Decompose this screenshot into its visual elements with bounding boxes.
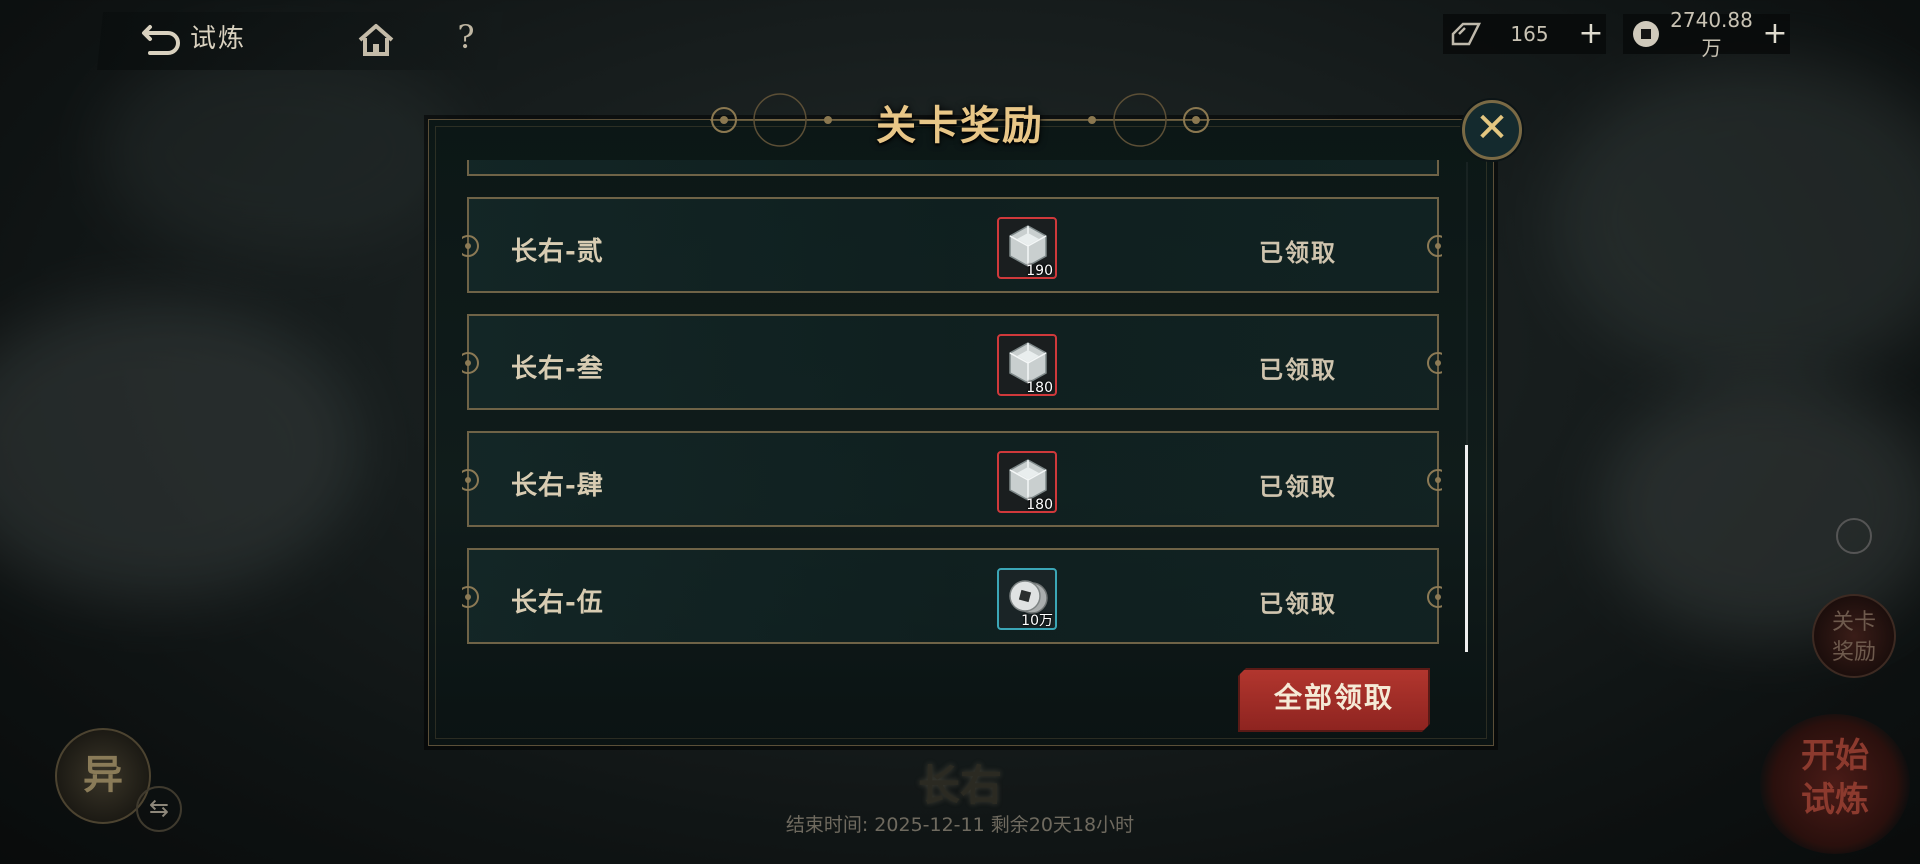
gem-count: 165	[1510, 22, 1549, 46]
stage-label: 长右-伍	[511, 588, 604, 618]
claimed-status: 已领取	[1259, 355, 1337, 384]
coin-add-button[interactable]: +	[1760, 15, 1790, 53]
return-arrow-icon	[142, 24, 180, 55]
gem-resource: 165 +	[1443, 14, 1606, 54]
reward-row: 长右-叁 180 已领取	[462, 314, 1442, 410]
stage-label: 长右-肆	[511, 471, 604, 501]
side-label-line-2: 奖励	[1831, 640, 1876, 665]
row-ornament	[1427, 352, 1442, 374]
claimed-status: 已领取	[1259, 472, 1337, 501]
stage-label: 长右-叁	[511, 354, 604, 384]
start-label-line-2: 试炼	[1801, 780, 1869, 820]
reward-row: 长右-肆 180 已领取	[462, 431, 1442, 527]
close-button[interactable]: ✕	[1462, 100, 1522, 160]
row-ornament	[1427, 469, 1442, 491]
reward-row: 长右-伍 10万 已领取	[462, 548, 1442, 644]
row-ornament	[462, 469, 479, 491]
reward-item[interactable]: 10万	[997, 568, 1057, 630]
back-button[interactable]: 试炼	[140, 18, 246, 55]
reward-quantity: 10万	[1021, 613, 1053, 629]
row-ornament	[462, 235, 479, 257]
reward-item[interactable]: 180	[997, 451, 1057, 513]
stage-reward-side-button[interactable]: 关卡 奖励	[1812, 594, 1896, 678]
reward-quantity: 190	[1026, 263, 1053, 279]
close-icon: ✕	[1475, 105, 1509, 151]
reward-item[interactable]: 190	[997, 217, 1057, 279]
scrollbar-thumb[interactable]	[1465, 445, 1468, 652]
event-end-time: 结束时间: 2025-12-11 剩余20天18小时	[785, 814, 1135, 836]
claimed-status: 已领取	[1259, 589, 1337, 618]
side-ring-icon	[1836, 518, 1872, 554]
claimed-status: 已领取	[1259, 238, 1337, 267]
reward-quantity: 180	[1026, 497, 1053, 513]
back-label: 试炼	[190, 24, 247, 54]
coin-count: 2740.88万	[1670, 7, 1753, 60]
dialog-title: 关卡奖励	[876, 102, 1044, 149]
row-ornament	[462, 586, 479, 608]
coin-currency-icon	[1633, 21, 1659, 47]
reward-item[interactable]: 180	[997, 334, 1057, 396]
gem-add-button[interactable]: +	[1576, 15, 1606, 53]
gem-currency-icon	[1451, 22, 1482, 46]
coin-resource: 2740.88万 +	[1623, 8, 1790, 60]
start-trial-label: 开始 试炼	[1760, 734, 1910, 822]
stage-label: 长右-贰	[511, 237, 604, 267]
current-stage-name: 长右	[917, 761, 1002, 810]
reward-list[interactable]: 长右-贰 190 已领取 长右-叁 180 已领取 长右-肆 180 已领取 长…	[462, 160, 1442, 650]
reward-row-partial	[467, 160, 1439, 176]
row-ornament	[1427, 235, 1442, 257]
help-button[interactable]: ?	[446, 18, 486, 58]
stage-reward-side-label: 关卡 奖励	[1814, 608, 1894, 668]
start-trial-button[interactable]: 开始 试炼	[1760, 714, 1910, 854]
side-label-line-1: 关卡	[1831, 610, 1876, 635]
row-ornament	[462, 352, 479, 374]
reward-quantity: 180	[1026, 380, 1053, 396]
reward-row: 长右-贰 190 已领取	[462, 197, 1442, 293]
row-ornament	[1427, 586, 1442, 608]
home-icon[interactable]	[356, 22, 396, 58]
swap-button[interactable]: ⇆	[136, 786, 182, 832]
start-label-line-1: 开始	[1801, 736, 1869, 776]
claim-all-button[interactable]: 全部领取	[1238, 668, 1430, 732]
